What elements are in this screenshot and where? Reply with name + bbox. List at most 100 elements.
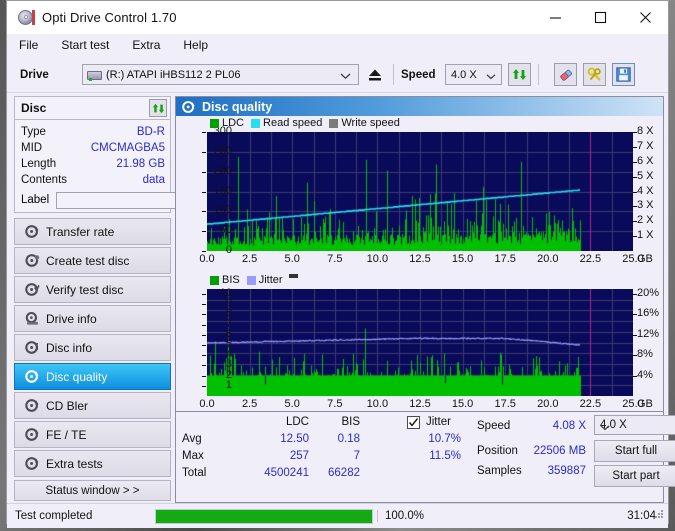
- sidebar-item-label: Verify test disc: [46, 282, 124, 297]
- bis-y-tickmark: [202, 345, 206, 347]
- bis-y-tickmark: [202, 314, 206, 316]
- disc-quality-icon: [182, 100, 196, 114]
- stats-row-avg: Avg: [182, 433, 202, 445]
- bis-x-tick: 17.5: [494, 398, 516, 410]
- tools-button[interactable]: [583, 63, 606, 86]
- status-window-button[interactable]: Status window > >: [14, 480, 171, 501]
- disc-row-mid: MID CMCMAGBA5: [15, 140, 170, 156]
- stats-bis-max: 7: [353, 450, 360, 462]
- disc-mid-value: CMCMAGBA5: [90, 142, 165, 154]
- stats-col-jitter: Jitter: [426, 416, 451, 428]
- stats-ldc-total: 4500241: [264, 467, 309, 479]
- sidebar-item-disc-quality[interactable]: Disc quality: [14, 363, 171, 390]
- disc-speed-icon: [22, 224, 42, 239]
- close-button[interactable]: [623, 1, 668, 34]
- legend-label-bis: BIS: [222, 274, 240, 286]
- ldc-y-tickmark: [202, 151, 206, 153]
- jitter-checkbox[interactable]: [407, 416, 420, 429]
- refresh-drive-button[interactable]: [508, 63, 531, 86]
- refresh-disc-button[interactable]: [149, 99, 167, 117]
- chevron-down-icon: [340, 71, 351, 83]
- statistics-panel: LDC BIS Jitter Avg Max Total 12.50 257 4…: [176, 411, 675, 489]
- disc-row-type: Type BD-R: [15, 124, 170, 140]
- legend-swatch-bis: [210, 275, 219, 285]
- disc-panel: Disc Type BD-R MID CMCMAGBA5 Length 21.9…: [14, 96, 261, 213]
- disc-panel-title: Disc: [21, 101, 47, 115]
- bis-y2-tick: 16%: [637, 307, 660, 320]
- ldc-y2-tick: 4 X: [637, 184, 654, 197]
- drive-icon: [87, 68, 102, 82]
- test-speed-select[interactable]: 4.0 X: [594, 415, 675, 435]
- legend-label-read-speed: Read speed: [263, 117, 323, 129]
- bis-x-tick: 2.5: [241, 398, 258, 410]
- extra-tests-icon: [22, 456, 42, 471]
- status-bar: Test completed 100.0% 31:04: [7, 503, 668, 528]
- sidebar-item-disc-info[interactable]: Disc info: [14, 334, 171, 361]
- ldc-x-tick: 2.5: [241, 253, 258, 265]
- resize-grip[interactable]: [653, 508, 665, 520]
- menu-start-test[interactable]: Start test: [58, 36, 120, 55]
- sidebar-item-verify-test-disc[interactable]: Verify test disc: [14, 276, 171, 303]
- ldc-x-tick: 22.5: [579, 253, 602, 265]
- bis-y2-tick: 4%: [637, 368, 653, 381]
- disc-row-contents: Contents data: [15, 172, 170, 188]
- eject-button[interactable]: [363, 64, 386, 86]
- bis-x-tick: 20.0: [537, 398, 559, 410]
- bis-y-tickmark: [202, 334, 206, 336]
- disc-length-value: 21.98 GB: [116, 158, 165, 170]
- maximize-button[interactable]: [578, 1, 623, 34]
- minimize-button[interactable]: [533, 1, 578, 34]
- status-window-label: Status window > >: [45, 484, 140, 497]
- save-button[interactable]: [612, 63, 635, 86]
- drive-select[interactable]: (R:) ATAPI iHBS112 2 PL06: [82, 64, 359, 85]
- ldc-x-tick: 12.5: [409, 253, 431, 265]
- ldc-x-tick: 5.0: [284, 253, 300, 265]
- menu-file[interactable]: File: [16, 36, 49, 55]
- progress-bar: [155, 508, 373, 524]
- stats-position-label: Position: [477, 445, 518, 457]
- stats-bis-total: 66282: [328, 467, 360, 479]
- legend-swatch-write-speed: [329, 118, 339, 128]
- start-full-label: Start full: [614, 445, 658, 457]
- legend-swatch-read-speed: [251, 118, 261, 128]
- eraser-button[interactable]: [554, 63, 577, 86]
- sidebar-item-extra-tests[interactable]: Extra tests: [14, 450, 171, 477]
- ldc-y-tickmark: [202, 191, 206, 193]
- start-full-button[interactable]: Start full: [594, 440, 675, 462]
- bis-y-tick: 10: [219, 287, 232, 300]
- disc-type-value: BD-R: [136, 126, 165, 138]
- speed-select[interactable]: 4.0 X: [445, 64, 502, 85]
- disc-length-label: Length: [21, 158, 57, 170]
- sidebar-item-label: Transfer rate: [46, 224, 115, 239]
- legend-swatch-ldc: [210, 118, 219, 128]
- sidebar-item-create-test-disc[interactable]: Create test disc: [14, 247, 171, 274]
- bis-y-tickmark: [202, 294, 206, 296]
- start-part-label: Start part: [612, 470, 660, 482]
- legend-swatch-jitter: [246, 275, 256, 285]
- bis-y2-tick: 8%: [637, 348, 653, 361]
- sidebar-item-transfer-rate[interactable]: Transfer rate: [14, 218, 171, 245]
- bis-x-tick: 0.0: [199, 398, 215, 410]
- ldc-y-tick: 50: [219, 224, 232, 237]
- sidebar-item-drive-info[interactable]: Drive info: [14, 305, 171, 332]
- menu-help[interactable]: Help: [180, 36, 219, 55]
- disc-burn-icon: [22, 253, 42, 268]
- bis-x-tick: 22.5: [579, 398, 602, 410]
- sidebar-item-fe-te[interactable]: FE / TE: [14, 421, 171, 448]
- legend-label-ldc: LDC: [222, 117, 245, 129]
- start-part-button[interactable]: Start part: [594, 465, 675, 487]
- ldc-y-tickmark: [202, 251, 206, 252]
- disc-type-label: Type: [21, 126, 46, 138]
- panel-header: Disc quality: [176, 97, 663, 116]
- disc-quality-panel: Disc quality LDC Read speed Write speed …: [175, 96, 675, 503]
- ldc-y-tickmark: [202, 132, 206, 133]
- title-bar: Opti Drive Control 1.70: [7, 1, 668, 34]
- bis-x-tick: 10.0: [366, 398, 389, 410]
- sidebar-item-cd-bler[interactable]: CD Bler: [14, 392, 171, 419]
- menu-extra[interactable]: Extra: [129, 36, 171, 55]
- ldc-x-tick: 7.5: [327, 253, 343, 265]
- sidebar-item-label: Disc info: [46, 340, 93, 355]
- bis-chart: BIS Jitter 1 2 3 4 5 6 7 8 9 10 4% 8% 12% 16% 20% 0.0…: [176, 274, 663, 411]
- stats-ldc-max: 257: [289, 450, 309, 462]
- ldc-x-axis-unit: GB: [637, 253, 653, 265]
